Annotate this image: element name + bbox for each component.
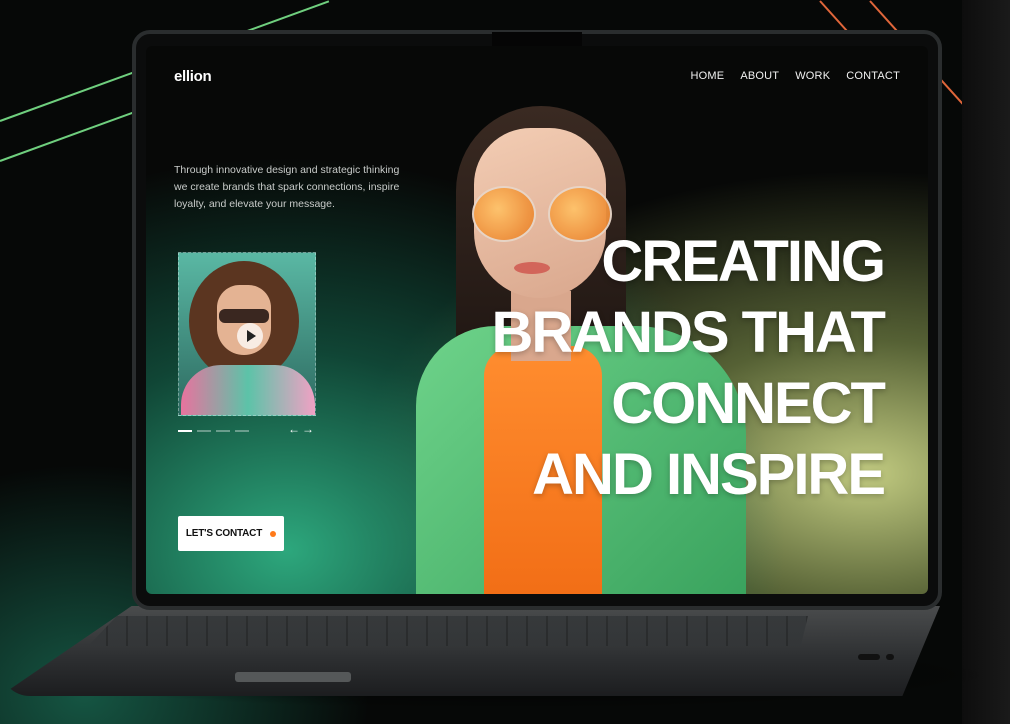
thumbnail-shirt (181, 365, 315, 415)
dot-icon (270, 530, 277, 537)
laptop-hinge (235, 672, 351, 682)
video-thumbnail[interactable] (178, 252, 316, 416)
slider-dot[interactable] (216, 430, 230, 432)
nav-item-home[interactable]: HOME (691, 70, 725, 82)
nav-item-work[interactable]: WORK (795, 70, 830, 82)
laptop-keyboard (88, 616, 808, 646)
slider-dot[interactable] (178, 430, 192, 432)
monitor-stand (962, 0, 1010, 724)
nav-item-contact[interactable]: CONTACT (846, 70, 900, 82)
headline-line: AND INSPIRE (532, 442, 886, 507)
laptop-bezel: ellion HOME ABOUT WORK CONTACT Through i… (132, 30, 942, 610)
contact-button[interactable]: LET'S CONTACT (178, 516, 284, 551)
hero-tagline: Through innovative design and strategic … (174, 164, 400, 210)
hero-headline: CREATING BRANDS THAT CONNECT AND INSPIRE (491, 226, 886, 510)
slider-arrows: ←→ (288, 422, 316, 436)
site-logo[interactable]: ellion (174, 68, 212, 85)
usb-port (858, 654, 880, 660)
slider-dot[interactable] (197, 430, 211, 432)
headline-line: CREATING (601, 229, 886, 294)
headline-line: CONNECT (611, 371, 886, 436)
contact-button-label: LET'S CONTACT (185, 528, 263, 539)
headline-line: BRANDS THAT (491, 300, 886, 365)
arrow-left-icon[interactable]: ← (288, 422, 302, 436)
top-nav: ellion HOME ABOUT WORK CONTACT (174, 68, 900, 88)
arrow-right-icon[interactable]: → (302, 422, 316, 436)
nav-item-about[interactable]: ABOUT (740, 70, 779, 82)
slider-dot[interactable] (235, 430, 249, 432)
nav-menu: HOME ABOUT WORK CONTACT (691, 70, 901, 82)
play-icon[interactable] (237, 323, 263, 349)
website-screen: ellion HOME ABOUT WORK CONTACT Through i… (146, 46, 928, 594)
usb-port (886, 654, 894, 660)
slider-dots (178, 430, 249, 432)
thumbnail-sunglasses (219, 309, 269, 323)
